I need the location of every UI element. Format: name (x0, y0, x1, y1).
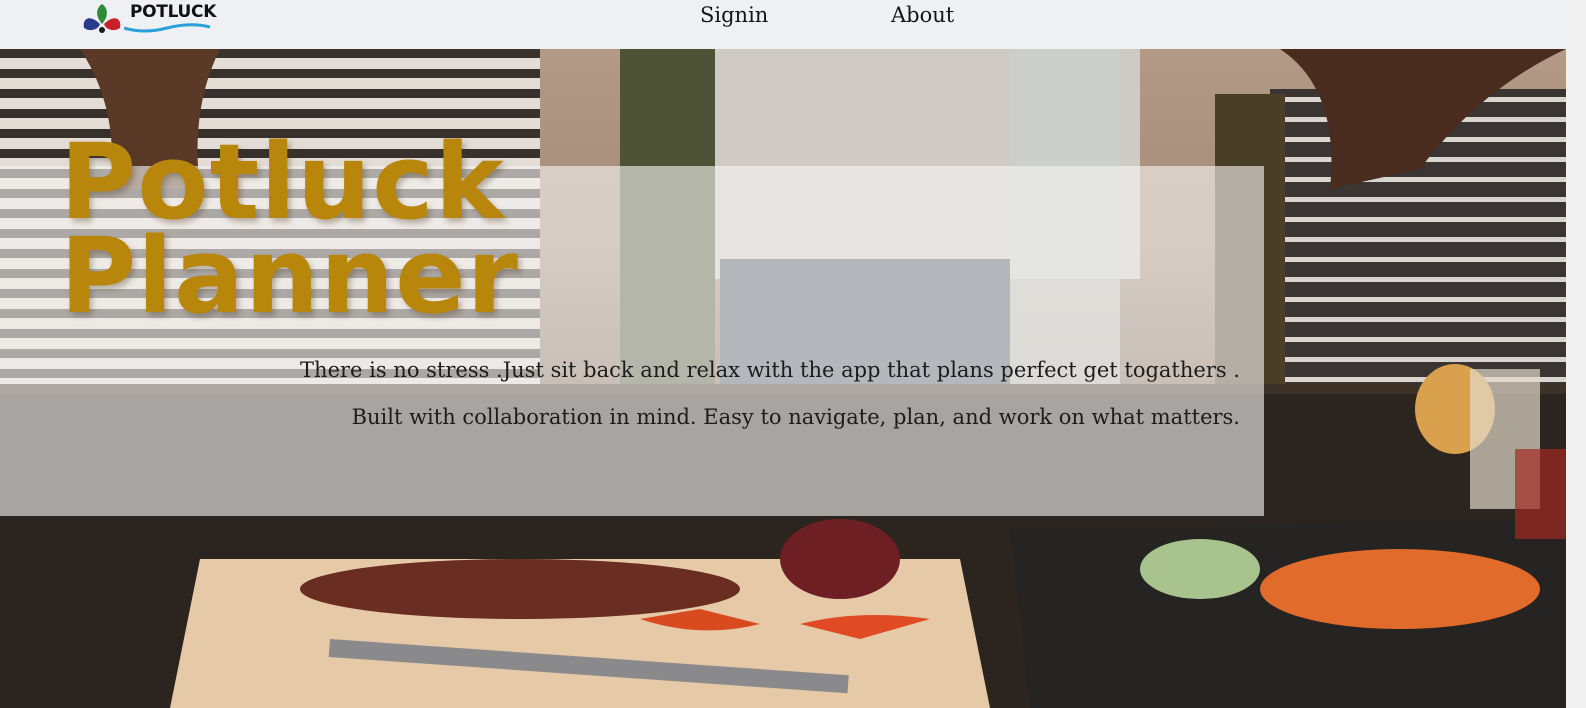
hero-tagline-secondary: Built with collaboration in mind. Easy t… (351, 405, 1240, 429)
vertical-scrollbar[interactable] (1566, 0, 1586, 708)
logo-icon (83, 4, 121, 33)
potluck-logo[interactable]: POTLUCK (80, 0, 216, 34)
top-nav-bar: POTLUCK Signin About (0, 0, 1566, 49)
nav-signin-link[interactable]: Signin (700, 3, 768, 27)
hero-title: Potluck Planner (60, 130, 520, 337)
hero-title-line2: Planner (60, 215, 519, 337)
logo-text: POTLUCK (130, 2, 217, 22)
hero-tagline-primary: There is no stress .Just sit back and re… (300, 358, 1240, 382)
nav-about-link[interactable]: About (891, 3, 954, 27)
logo-wave-icon (124, 23, 210, 33)
